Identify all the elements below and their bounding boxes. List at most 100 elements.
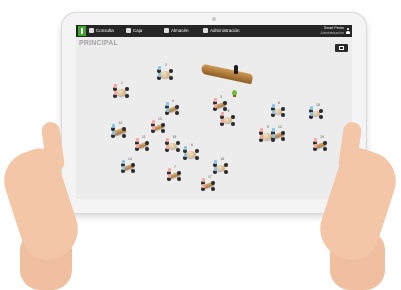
chair <box>169 76 173 80</box>
nav-item-label: Almacén <box>171 28 189 33</box>
guest-figure <box>310 112 313 116</box>
bartender-figure <box>234 65 238 74</box>
guest-figure <box>166 108 169 112</box>
nav-item-administracion[interactable]: Administración <box>203 28 240 33</box>
chair <box>125 87 129 91</box>
guest-figure <box>122 166 125 170</box>
chair <box>176 147 180 152</box>
chair <box>211 181 215 185</box>
guest-figure <box>314 144 317 148</box>
nav-item-label: Caja <box>133 28 143 33</box>
chair <box>211 187 215 191</box>
guest-figure <box>152 120 155 124</box>
guest-figure <box>114 84 117 88</box>
nav-item-caja[interactable]: Caja <box>126 28 142 33</box>
guest-figure <box>314 138 317 142</box>
chair <box>281 107 285 111</box>
tablet-device: Consulta Caja Almacén Administración Sma… <box>62 13 366 213</box>
chair <box>195 156 199 160</box>
table-number: 13 <box>158 117 162 121</box>
guest-figure <box>272 128 275 132</box>
table-number: 18 <box>316 103 320 107</box>
chair <box>231 121 235 126</box>
print-button[interactable] <box>335 44 348 52</box>
guest-figure <box>158 66 161 70</box>
cash-register-icon <box>126 28 131 33</box>
guest-figure <box>112 130 115 135</box>
table-number: 8 <box>278 101 280 105</box>
guest-figure <box>112 124 115 128</box>
nav-item-almacen[interactable]: Almacén <box>164 28 189 33</box>
guest-figure <box>136 144 139 148</box>
chair <box>224 163 228 167</box>
chair <box>145 147 149 151</box>
floor-title: PRINCIPAL <box>79 40 119 47</box>
user-info[interactable]: Smart Pedro Administración <box>320 26 344 35</box>
app-logo-icon[interactable] <box>78 26 86 36</box>
guest-figure <box>202 178 205 182</box>
guest-figure <box>272 104 275 108</box>
tablet-screen: Consulta Caja Almacén Administración Sma… <box>76 25 352 199</box>
guest-figure <box>158 73 161 77</box>
plant-icon <box>232 90 237 97</box>
chair <box>169 69 173 73</box>
guest-figure <box>166 138 169 142</box>
table-number: 7 <box>174 165 176 169</box>
chair <box>125 94 129 98</box>
chair <box>177 177 181 181</box>
table-number: 19 <box>320 135 324 139</box>
guest-figure <box>122 160 125 164</box>
chair <box>281 113 285 117</box>
chair <box>319 109 323 113</box>
guest-figure <box>221 112 224 116</box>
guest-figure <box>136 138 139 142</box>
table-number: 14 <box>128 157 132 161</box>
nav-item-label: Consulta <box>96 28 114 33</box>
chair <box>177 171 181 175</box>
chair <box>161 123 165 127</box>
guest-figure <box>166 144 169 149</box>
table-number: 12 <box>278 125 282 129</box>
chair <box>131 163 135 167</box>
nav-item-consulta[interactable]: Consulta <box>89 28 114 33</box>
gear-icon <box>203 28 208 33</box>
chair <box>281 137 285 141</box>
table-number: 4 <box>172 99 174 103</box>
table-number: 2 <box>165 63 167 67</box>
guest-figure <box>214 104 217 108</box>
chair <box>195 149 199 153</box>
table-number: 6 <box>191 143 193 147</box>
chair <box>281 131 285 135</box>
chair <box>131 169 135 173</box>
table-number: 11 <box>142 135 146 139</box>
table-number: 5 <box>267 125 269 129</box>
table-number: 3 <box>220 95 222 99</box>
user-name: Smart Pedro <box>323 26 344 30</box>
table-number: 9 <box>227 109 230 113</box>
guest-figure <box>214 166 217 171</box>
chair <box>161 129 165 133</box>
guest-figure <box>166 102 169 106</box>
chair <box>145 141 149 145</box>
user-role: Administración <box>320 30 344 35</box>
chair <box>176 141 180 145</box>
search-icon <box>89 28 94 33</box>
guest-figure <box>184 146 187 150</box>
guest-figure <box>214 160 217 164</box>
guest-figure <box>184 153 187 157</box>
user-icon[interactable] <box>346 28 350 34</box>
chair <box>223 107 227 111</box>
table-number: 1 <box>121 81 123 85</box>
guest-figure <box>260 128 263 132</box>
bar-counter <box>200 63 254 85</box>
guest-figure <box>310 106 313 110</box>
guest-figure <box>221 118 224 123</box>
guest-figure <box>214 98 217 102</box>
top-navigation-bar: Consulta Caja Almacén Administración Sma… <box>76 25 352 37</box>
guest-figure <box>168 168 171 172</box>
warehouse-icon <box>164 28 169 33</box>
guest-figure <box>152 126 155 130</box>
table-number: 10 <box>118 121 123 125</box>
chair <box>223 101 227 105</box>
chair <box>224 169 228 174</box>
